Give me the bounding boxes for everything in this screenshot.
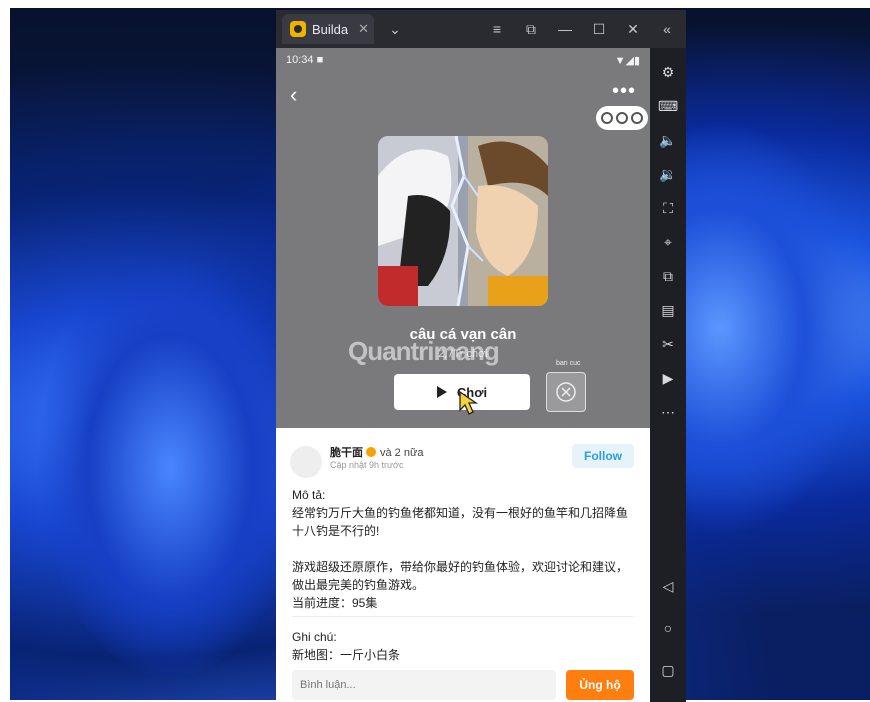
- emulator-sidebar: ⚙ ⌨ 🔈 🔉 ⛶ ⌖ ⧉ ▤ ✂ ▶ ⋯ ◁ ○ ▢: [650, 48, 686, 702]
- coauthors-text: và 2 nữa: [380, 447, 424, 459]
- signal-icon: ▼◢▮: [614, 55, 640, 67]
- collapse-sidebar-icon[interactable]: «: [650, 21, 684, 37]
- tab-label: Builda: [312, 21, 349, 37]
- floating-mini-app-button[interactable]: [596, 106, 648, 130]
- game-header: 10:34 ■ ▼◢▮ ‹ ••• câu cá vạn cân 2,7Tr c…: [276, 48, 650, 428]
- maximize-icon[interactable]: ☐: [582, 21, 616, 38]
- title-bar: Builda ✕ ⌄ ≡ ⧉ — ☐ ✕ «: [276, 10, 686, 48]
- watermark: Quantrimang: [348, 336, 500, 366]
- note-label: Ghi chú:: [292, 630, 337, 644]
- post-note: Ghi chú: 新地图：一斤小白条: [292, 628, 400, 664]
- notification-icon: ■: [316, 54, 324, 66]
- favorite-button[interactable]: [546, 372, 586, 412]
- post-description: Mô tả: 经常钓万斤大鱼的钓鱼佬都知道，没有一根好的鱼竿和几招降鱼十八钓是不…: [292, 486, 638, 612]
- close-icon[interactable]: ✕: [616, 21, 650, 38]
- follow-button[interactable]: Follow: [572, 444, 634, 468]
- location-icon[interactable]: ⌖: [658, 232, 678, 252]
- nav-home-icon[interactable]: ○: [658, 618, 678, 638]
- status-bar: 10:34 ■ ▼◢▮: [286, 54, 640, 70]
- back-arrow-icon[interactable]: ‹: [290, 82, 297, 108]
- game-cover-image: [378, 136, 548, 306]
- description-line: 游戏超级还原原作，带给你最好的钓鱼体验，欢迎讨论和建议，做出最完美的钓鱼游戏。: [292, 560, 629, 592]
- record-video-icon[interactable]: ▶: [658, 368, 678, 388]
- keyboard-icon[interactable]: ⌨: [658, 96, 678, 116]
- fullscreen-icon[interactable]: ⛶: [658, 198, 678, 218]
- mouse-cursor-icon: [459, 390, 479, 415]
- minimize-icon[interactable]: —: [548, 21, 582, 37]
- support-button[interactable]: Ủng hộ: [566, 670, 634, 700]
- menu-icon[interactable]: ≡: [480, 21, 514, 37]
- apk-install-icon[interactable]: ▤: [658, 300, 678, 320]
- circle-icon: [601, 112, 613, 124]
- settings-gear-icon[interactable]: ⚙: [658, 62, 678, 82]
- wallpaper-bloom-left: [40, 258, 300, 678]
- screenshot-icon[interactable]: ⧉: [514, 21, 548, 38]
- cancel-circle-icon: [556, 382, 576, 402]
- volume-down-icon[interactable]: 🔉: [658, 164, 678, 184]
- comment-input[interactable]: [292, 670, 556, 700]
- app-logo-icon: [290, 21, 306, 37]
- tab-close-icon[interactable]: ✕: [358, 21, 369, 37]
- verified-badge-icon: [366, 447, 376, 457]
- scissors-icon[interactable]: ✂: [658, 334, 678, 354]
- nav-back-icon[interactable]: ◁: [658, 576, 678, 596]
- avatar[interactable]: [290, 446, 322, 478]
- phone-screen: 10:34 ■ ▼◢▮ ‹ ••• câu cá vạn cân 2,7Tr c…: [276, 48, 650, 702]
- progress-text: 当前进度：95集: [292, 596, 378, 610]
- author-line: 脆干面 và 2 nữa: [330, 444, 423, 460]
- divider: [292, 616, 634, 617]
- description-line: 经常钓万斤大鱼的钓鱼佬都知道，没有一根好的鱼竿和几招降鱼十八钓是不行的!: [292, 506, 629, 538]
- play-icon: [436, 386, 447, 398]
- volume-up-icon[interactable]: 🔈: [658, 130, 678, 150]
- circle-icon: [616, 112, 628, 124]
- emulator-window: Builda ✕ ⌄ ≡ ⧉ — ☐ ✕ « 10:34 ■ ▼◢▮ ‹ •••: [276, 10, 686, 702]
- more-tools-icon[interactable]: ⋯: [658, 402, 678, 422]
- post-card: 脆干面 và 2 nữa Cập nhật 9h trước Follow Mô …: [276, 428, 650, 702]
- more-options-icon[interactable]: •••: [612, 80, 636, 103]
- circle-icon: [631, 112, 643, 124]
- status-time: 10:34: [286, 54, 314, 66]
- tab-dropdown-icon[interactable]: ⌄: [378, 21, 412, 38]
- updated-time: Cập nhật 9h trước: [330, 460, 404, 470]
- multi-instance-icon[interactable]: ⧉: [658, 266, 678, 286]
- favorite-label: ban cuc: [556, 360, 581, 367]
- author-name[interactable]: 脆干面: [330, 447, 363, 459]
- tab-builda[interactable]: Builda ✕: [282, 14, 374, 44]
- description-label: Mô tả:: [292, 488, 326, 502]
- nav-recents-icon[interactable]: ▢: [658, 660, 678, 680]
- note-text: 新地图：一斤小白条: [292, 648, 401, 662]
